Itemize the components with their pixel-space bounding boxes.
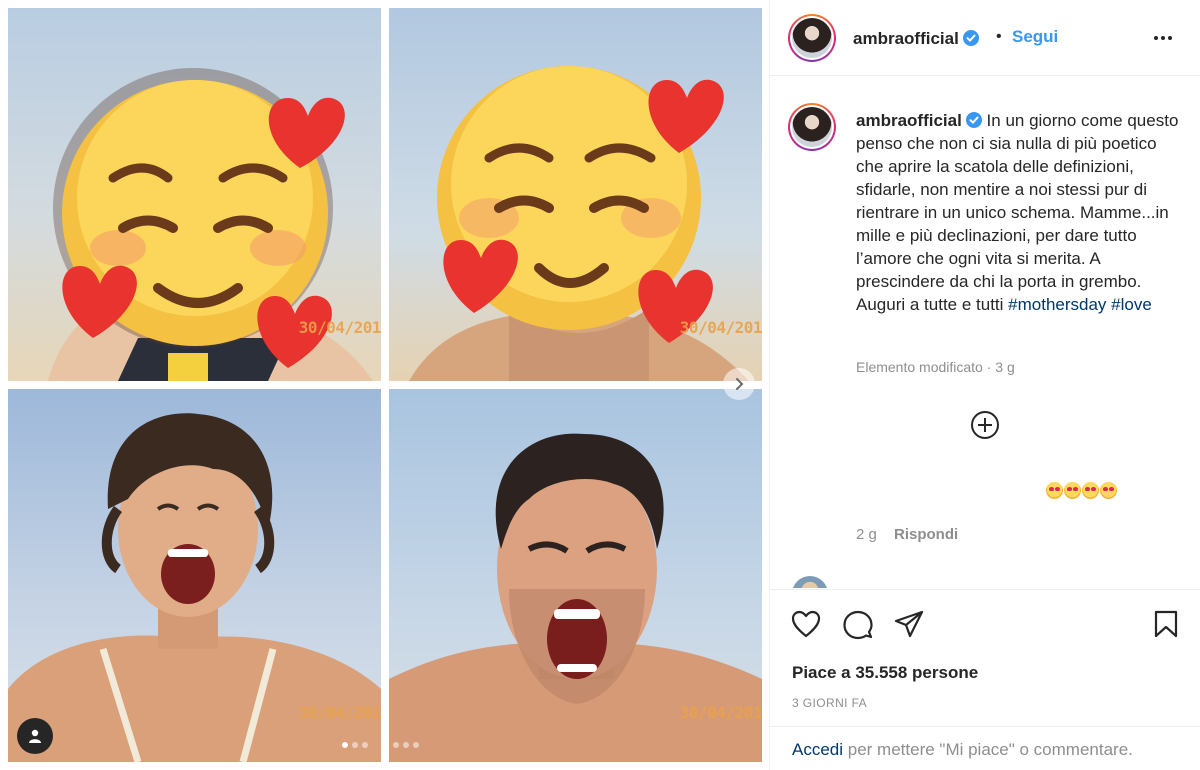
tagged-users-button[interactable] — [17, 718, 53, 754]
heart-eyes-emoji-icon — [1064, 482, 1081, 499]
separator-dot: • — [996, 28, 1002, 45]
post-caption: ambraofficial In un giorno come questo p… — [856, 109, 1186, 316]
date-stamp: 30/04/201 — [679, 318, 762, 337]
post-media[interactable]: 30/04/201 30/04/201 30/04/201 30/04/201 — [0, 0, 769, 770]
reply-button[interactable]: Rispondi — [894, 526, 958, 543]
bookmark-icon[interactable] — [1153, 610, 1179, 638]
likes-number: 35.558 — [855, 663, 908, 682]
author-username-link[interactable]: ambraofficial — [853, 29, 979, 49]
login-link[interactable]: Accedi — [792, 740, 843, 759]
avatar[interactable] — [788, 103, 836, 151]
carousel-dot — [352, 742, 358, 748]
post-actions: Piace a 35.558 persone 3 GIORNI FA Acced… — [770, 589, 1200, 770]
photo-emoji-face-1: 30/04/201 — [8, 8, 381, 381]
chevron-right-icon — [736, 378, 744, 390]
comment-time: 2 g — [856, 526, 877, 543]
heart-eyes-emoji-icon — [1100, 482, 1117, 499]
login-prompt: Accedi per mettere "Mi piace" o commenta… — [770, 726, 1200, 770]
login-prompt-text: per mettere "Mi piace" o commentare. — [843, 740, 1133, 759]
hashtag-link[interactable]: #mothersday — [1008, 295, 1106, 314]
carousel-dot — [393, 742, 399, 748]
likes-suffix: persone — [907, 663, 979, 682]
avatar[interactable] — [788, 14, 836, 62]
user-tag-icon — [29, 729, 41, 743]
verified-badge-icon — [962, 30, 979, 46]
photo-woman-laughing: 30/04/201 — [8, 389, 381, 762]
date-stamp: 30/04/201 — [298, 318, 381, 337]
edited-meta: Elemento modificato · 3 g — [856, 359, 1015, 375]
username-text: ambraofficial — [853, 29, 959, 48]
carousel-dots-secondary — [393, 742, 419, 748]
likes-prefix: Piace a — [792, 663, 856, 682]
date-stamp: 30/04/201 — [298, 703, 381, 722]
paper-plane-icon[interactable] — [894, 610, 924, 638]
post-timestamp[interactable]: 3 GIORNI FA — [792, 696, 867, 710]
carousel-dot — [362, 742, 368, 748]
carousel-dot — [403, 742, 409, 748]
caption-username[interactable]: ambraofficial — [856, 111, 962, 130]
comments-section[interactable]: ambraofficial In un giorno come questo p… — [770, 76, 1200, 588]
next-slide-button[interactable] — [723, 368, 755, 400]
date-stamp: 30/04/201 — [679, 703, 762, 722]
verified-badge-icon — [965, 112, 982, 128]
hashtag-link[interactable]: #love — [1111, 295, 1152, 314]
more-options-icon[interactable] — [1153, 30, 1173, 46]
reaction-emojis — [1046, 482, 1117, 499]
post-side-panel: ambraofficial • Segui ambraofficial In u… — [769, 0, 1200, 770]
carousel-dot — [413, 742, 419, 748]
heart-eyes-emoji-icon — [1082, 482, 1099, 499]
post-header: ambraofficial • Segui — [770, 0, 1200, 76]
follow-button[interactable]: Segui — [1012, 27, 1058, 47]
carousel-dots — [342, 742, 368, 748]
heart-icon[interactable] — [791, 610, 821, 638]
comment-icon[interactable] — [843, 610, 873, 640]
heart-eyes-emoji-icon — [1046, 482, 1063, 499]
avatar[interactable] — [792, 576, 828, 588]
photo-man-shouting: 30/04/201 — [389, 389, 762, 762]
plus-circle-icon[interactable] — [970, 410, 1000, 440]
likes-count[interactable]: Piace a 35.558 persone — [792, 663, 978, 683]
photo-emoji-face-2: 30/04/201 — [389, 8, 762, 381]
caption-text: In un giorno come questo penso che non c… — [856, 111, 1179, 314]
carousel-dot — [342, 742, 348, 748]
